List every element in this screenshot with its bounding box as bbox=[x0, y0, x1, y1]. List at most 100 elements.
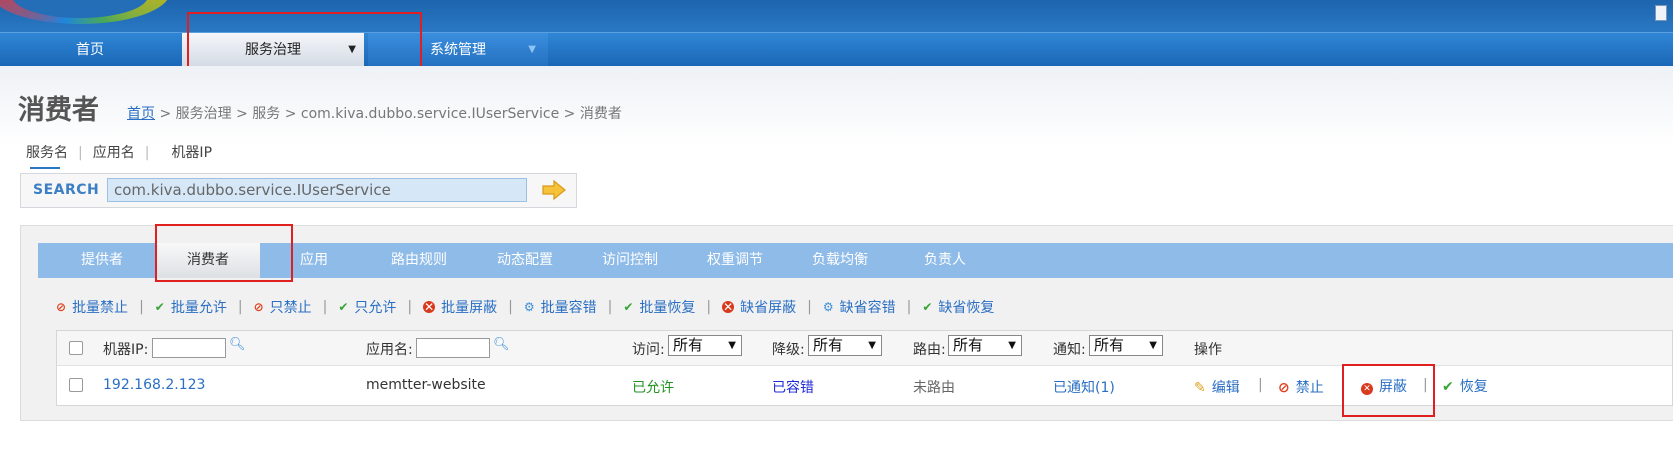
default-mask-label: 缺省屏蔽 bbox=[740, 300, 797, 316]
route-filter-select[interactable]: 所有 ▼ bbox=[948, 335, 1022, 356]
document-icon[interactable] bbox=[1655, 5, 1667, 21]
batch-mask-button[interactable]: ✕ 批量屏蔽 bbox=[423, 297, 497, 317]
search-type-tabs: 服务名 | 应用名 | 机器IP bbox=[26, 142, 212, 169]
tab-access-control[interactable]: 访问控制 bbox=[585, 243, 675, 278]
tab-providers[interactable]: 提供者 bbox=[52, 243, 152, 278]
divider: | bbox=[508, 299, 513, 315]
app-filter-input[interactable] bbox=[416, 338, 490, 358]
chevron-down-icon: ▼ bbox=[868, 340, 876, 351]
ban-icon: ⊘ bbox=[253, 300, 264, 314]
batch-forbid-label: 批量禁止 bbox=[72, 300, 129, 316]
arrow-right-icon[interactable] bbox=[541, 179, 567, 201]
ip-filter-input[interactable] bbox=[152, 338, 226, 358]
gear-icon: ⚙ bbox=[523, 300, 535, 314]
divider: | bbox=[144, 145, 150, 161]
search-icon[interactable]: 🔍︎ bbox=[493, 337, 510, 352]
breadcrumb-home-link[interactable]: 首页 bbox=[127, 106, 155, 122]
divider: | bbox=[906, 299, 912, 315]
breadcrumb: 首页 > 服务治理 > 服务 > com.kiva.dubbo.service.… bbox=[127, 103, 622, 123]
search-tab-app[interactable]: 应用名 bbox=[93, 142, 135, 162]
default-recover-button[interactable]: ✔ 缺省恢复 bbox=[922, 297, 994, 317]
header-degrade-label: 降级: bbox=[772, 342, 805, 358]
header-ip-label: 机器IP: bbox=[103, 342, 149, 358]
search-box: SEARCH bbox=[20, 173, 577, 208]
header-route-label: 路由: bbox=[913, 342, 946, 358]
default-tolerate-label: 缺省容错 bbox=[839, 300, 896, 316]
header-app-label: 应用名: bbox=[366, 342, 413, 358]
select-all-checkbox[interactable] bbox=[69, 341, 83, 355]
table-header: 机器IP: 🔍︎ 应用名: 🔍︎ 访问: 所有 ▼ 降级: 所有 ▼ 路由: 所有 ▼… bbox=[57, 331, 1672, 366]
header-ops-label: 操作 bbox=[1194, 342, 1222, 358]
notify-filter-select[interactable]: 所有 ▼ bbox=[1089, 335, 1163, 356]
divider: | bbox=[807, 299, 812, 315]
check-icon: ✔ bbox=[922, 300, 933, 314]
pencil-icon: ✎ bbox=[1194, 380, 1206, 396]
only-allow-button[interactable]: ✔ 只允许 bbox=[338, 297, 396, 317]
highlight-box-tab bbox=[155, 224, 293, 282]
gear-icon: ⚙ bbox=[822, 300, 834, 314]
notify-filter-value: 所有 bbox=[1094, 336, 1125, 354]
row-app: memtter-website bbox=[366, 377, 486, 393]
highlight-box-mask bbox=[1342, 364, 1435, 417]
only-forbid-label: 只禁止 bbox=[269, 300, 312, 316]
divider: | bbox=[1258, 377, 1263, 393]
header-notify-label: 通知: bbox=[1053, 342, 1086, 358]
chevron-down-icon: ▼ bbox=[528, 44, 536, 55]
default-mask-button[interactable]: ✕ 缺省屏蔽 bbox=[722, 297, 796, 317]
batch-recover-label: 批量恢复 bbox=[639, 300, 696, 316]
search-tab-ip[interactable]: 机器IP bbox=[171, 142, 212, 162]
degrade-filter-select[interactable]: 所有 ▼ bbox=[808, 335, 882, 356]
batch-recover-button[interactable]: ✔ 批量恢复 bbox=[623, 297, 695, 317]
divider: | bbox=[322, 299, 328, 315]
default-tolerate-button[interactable]: ⚙ 缺省容错 bbox=[823, 297, 896, 317]
divider: | bbox=[706, 299, 712, 315]
logo bbox=[0, 0, 170, 24]
header-access-label: 访问: bbox=[632, 342, 665, 358]
route-filter-value: 所有 bbox=[953, 336, 984, 354]
row-edit-label: 编辑 bbox=[1211, 380, 1240, 396]
row-recover-button[interactable]: ✔ 恢复 bbox=[1442, 376, 1488, 396]
nav-home-label: 首页 bbox=[76, 42, 104, 58]
search-tab-service[interactable]: 服务名 bbox=[26, 142, 68, 169]
tab-load-balance[interactable]: 负载均衡 bbox=[795, 243, 885, 278]
only-allow-label: 只允许 bbox=[354, 300, 397, 316]
batch-allow-label: 批量允许 bbox=[170, 300, 227, 316]
row-route-status: 未路由 bbox=[913, 380, 955, 396]
ban-icon: ⊘ bbox=[56, 300, 67, 314]
nav-home[interactable]: 首页 bbox=[0, 33, 180, 67]
row-edit-button[interactable]: ✎ 编辑 bbox=[1194, 377, 1240, 397]
row-ip-link[interactable]: 192.168.2.123 bbox=[103, 377, 205, 393]
divider: | bbox=[607, 299, 613, 315]
row-notify-link[interactable]: 已通知(1) bbox=[1053, 377, 1115, 397]
batch-tolerate-button[interactable]: ⚙ 批量容错 bbox=[524, 297, 597, 317]
tab-weight[interactable]: 权重调节 bbox=[690, 243, 780, 278]
batch-toolbar: ⊘ 批量禁止 | ✔ 批量允许 | ⊘ 只禁止 | ✔ 只允许 | ✕ 批量屏蔽 | ⚙ 批量容错 | ✔ 批量恢复 |… bbox=[56, 297, 994, 317]
search-label: SEARCH bbox=[33, 182, 100, 198]
batch-allow-button[interactable]: ✔ 批量允许 bbox=[155, 297, 227, 317]
tab-routing-rules[interactable]: 路由规则 bbox=[374, 243, 464, 278]
check-icon: ✔ bbox=[1442, 379, 1454, 395]
search-icon[interactable]: 🔍︎ bbox=[229, 337, 246, 352]
default-recover-label: 缺省恢复 bbox=[938, 300, 995, 316]
batch-tolerate-label: 批量容错 bbox=[540, 300, 597, 316]
divider: | bbox=[78, 145, 83, 161]
only-forbid-button[interactable]: ⊘ 只禁止 bbox=[254, 297, 312, 317]
nav-system-management-label: 系统管理 bbox=[430, 42, 486, 58]
degrade-filter-value: 所有 bbox=[813, 336, 844, 354]
access-filter-select[interactable]: 所有 ▼ bbox=[668, 335, 742, 356]
divider: | bbox=[139, 299, 144, 315]
divider: | bbox=[407, 299, 413, 315]
chevron-down-icon: ▼ bbox=[1149, 340, 1157, 351]
tab-dynamic-config[interactable]: 动态配置 bbox=[480, 243, 570, 278]
ban-icon: ⊘ bbox=[1278, 380, 1290, 396]
row-forbid-button[interactable]: ⊘ 禁止 bbox=[1278, 377, 1324, 397]
check-icon: ✔ bbox=[623, 300, 634, 314]
divider: | bbox=[237, 299, 243, 315]
row-checkbox[interactable] bbox=[69, 378, 83, 392]
chevron-down-icon: ▼ bbox=[728, 340, 736, 351]
batch-forbid-button[interactable]: ⊘ 批量禁止 bbox=[56, 297, 128, 317]
search-input[interactable] bbox=[107, 178, 527, 202]
x-circle-icon: ✕ bbox=[722, 300, 735, 314]
tab-owners[interactable]: 负责人 bbox=[902, 243, 988, 278]
x-circle-icon: ✕ bbox=[423, 300, 436, 314]
